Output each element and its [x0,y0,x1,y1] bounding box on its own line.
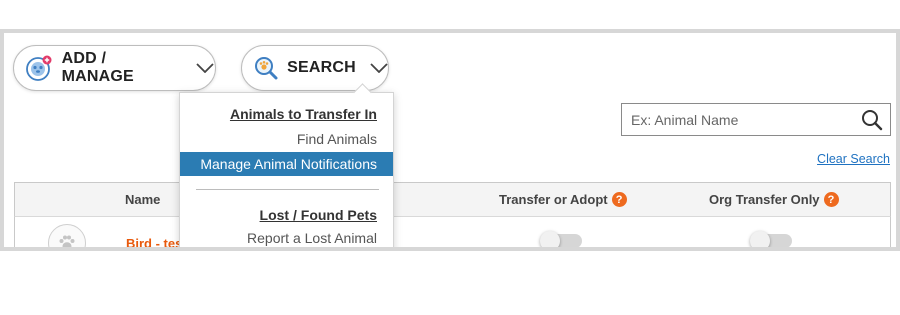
toggle-knob [750,231,770,247]
search-menu-label: SEARCH [287,59,356,76]
search-menu-button[interactable]: SEARCH [241,45,389,91]
menu-divider [196,189,379,190]
column-header-label: Transfer or Adopt [499,192,608,207]
toggle-knob [540,231,560,247]
app-frame: ADD / MANAGE SEARCH Ex: Animal Name Clea… [0,29,900,251]
table-row: Bird - tes [14,217,891,247]
menu-item-manage-animal-notifications[interactable]: Manage Animal Notifications [180,152,393,176]
add-manage-label: ADD / MANAGE [61,50,134,85]
menu-item-report-lost-animal[interactable]: Report a Lost Animal [180,230,393,246]
animal-name-link[interactable]: Bird - tes [126,236,182,247]
search-icon[interactable] [857,105,887,135]
column-header-label: Org Transfer Only [709,192,820,207]
column-header-org-transfer-only: Org Transfer Only ? [709,192,839,207]
menu-item-find-animals[interactable]: Find Animals [180,131,393,147]
animal-search-box [621,103,891,136]
add-manage-button[interactable]: ADD / MANAGE [13,45,216,91]
paw-avatar-icon [48,224,86,247]
column-header-transfer-or-adopt: Transfer or Adopt ? [499,192,627,207]
table-header: Name Transfer or Adopt ? Org Transfer On… [14,182,891,217]
transfer-or-adopt-toggle[interactable] [540,231,582,247]
column-header-name[interactable]: Name [125,192,160,207]
column-header-label: Name [125,192,161,207]
search-dropdown-menu: Animals to Transfer In Find Animals Mana… [179,92,394,247]
pet-add-icon [24,53,54,83]
chevron-down-icon [370,62,388,74]
magnifier-paw-icon [252,53,279,83]
help-icon[interactable]: ? [611,192,627,207]
clear-search-link[interactable]: Clear Search [817,152,890,166]
org-transfer-only-toggle[interactable] [750,231,792,247]
menu-heading-animals-to-transfer-in[interactable]: Animals to Transfer In [180,106,393,122]
search-input[interactable] [622,104,857,135]
menu-heading-lost-found-pets[interactable]: Lost / Found Pets [180,207,393,223]
help-icon[interactable]: ? [823,192,839,207]
chevron-down-icon [195,62,215,74]
